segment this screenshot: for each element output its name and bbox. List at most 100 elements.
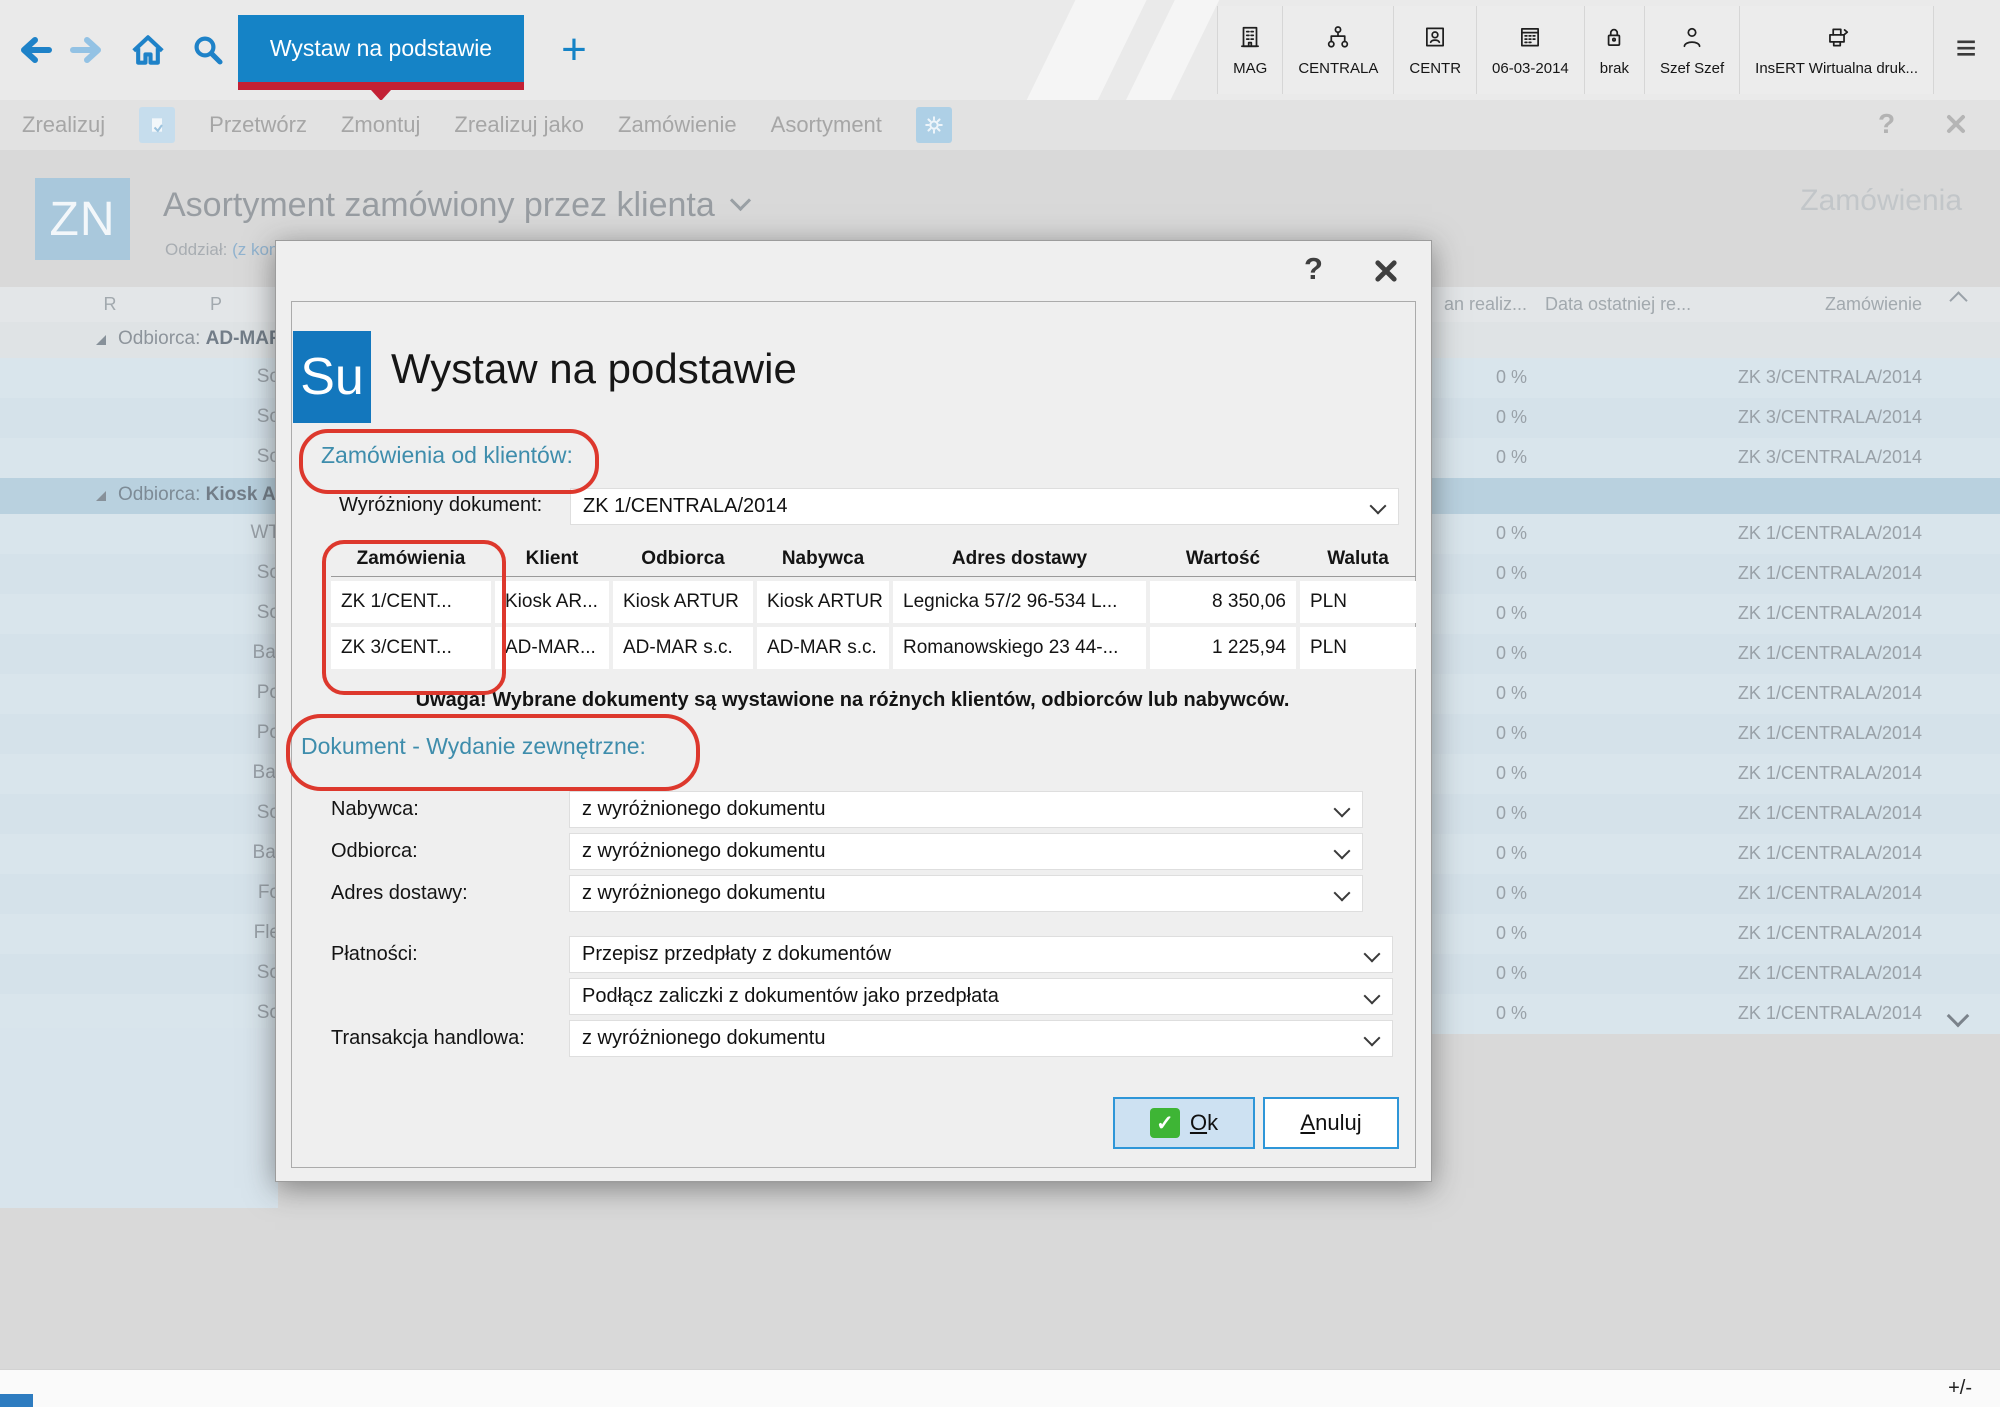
- dialog-help-button[interactable]: ?: [1304, 251, 1323, 287]
- orders-column-header[interactable]: Odbiorca: [613, 544, 753, 574]
- field-label: Transakcja handlowa:: [331, 1027, 525, 1050]
- building-icon: [1237, 24, 1263, 55]
- menu-item-zrealizuj[interactable]: Zrealizuj: [22, 112, 105, 138]
- order-cell: ZK 1/CENT...: [331, 581, 491, 623]
- order-cell: ZK 3/CENT...: [331, 627, 491, 669]
- top-bar: Wystaw na podstawie + MAGCENTRALACENTR06…: [0, 0, 2000, 100]
- order-cell: PLN: [1300, 581, 1416, 623]
- context-title: Zamówienia: [1800, 184, 1962, 218]
- orders-column-header[interactable]: Wartość: [1150, 544, 1296, 574]
- tab-wystaw-na-podstawie[interactable]: Wystaw na podstawie: [238, 15, 524, 82]
- close-view-button[interactable]: [1944, 112, 1968, 141]
- home-button[interactable]: [126, 28, 170, 72]
- forward-button[interactable]: [66, 28, 110, 72]
- order-cell: PLN: [1300, 627, 1416, 669]
- menu-item-przetwórz[interactable]: Przetwórz: [209, 112, 307, 138]
- field-select[interactable]: z wyróżnionego dokumentu: [569, 1020, 1393, 1057]
- status-item-brak[interactable]: brak: [1584, 6, 1644, 94]
- status-item-centrala[interactable]: CENTRALA: [1282, 6, 1393, 94]
- zoom-control[interactable]: +/-: [1948, 1377, 1972, 1400]
- column-header-order[interactable]: Zamówienie: [1700, 294, 1922, 315]
- order-row[interactable]: ZK 1/CENT...Kiosk AR...Kiosk ARTURKiosk …: [331, 581, 1416, 623]
- tab-caret: [371, 90, 391, 100]
- field-select[interactable]: Przepisz przedpłaty z dokumentów: [569, 936, 1393, 973]
- orders-column-header[interactable]: Nabywca: [757, 544, 889, 574]
- home-icon: [129, 31, 167, 69]
- decor-stripe: [977, 0, 1166, 100]
- menu-item-asortyment[interactable]: Asortyment: [771, 112, 882, 138]
- ok-button[interactable]: ✓ Ok: [1113, 1097, 1255, 1149]
- chevron-down-icon: [1334, 885, 1351, 902]
- menu-item-zamówienie[interactable]: Zamówienie: [618, 112, 737, 138]
- header-separator: [331, 576, 1416, 577]
- cancel-button[interactable]: Anuluj: [1263, 1097, 1399, 1149]
- forward-arrow-icon: [70, 35, 106, 65]
- section-label-orders: Zamówienia od klientów:: [321, 442, 573, 469]
- chevron-down-icon: [1370, 498, 1387, 515]
- back-button[interactable]: [12, 28, 56, 72]
- subiekt-logo: Su: [293, 331, 371, 423]
- chevron-down-icon: [1364, 1030, 1381, 1047]
- padlock-icon: [1601, 24, 1627, 55]
- order-cell: Legnicka 57/2 96-534 L...: [893, 581, 1146, 623]
- menu-bar: Zrealizuj Przetwórz Zmontuj Zrealizuj jako Z…: [0, 100, 2000, 150]
- filter-label: Oddział:: [165, 240, 232, 259]
- menu-item-zrealizuj-jako[interactable]: Zrealizuj jako: [454, 112, 584, 138]
- expand-triangle-icon[interactable]: [96, 335, 106, 345]
- module-badge: ZN: [35, 178, 130, 260]
- help-button[interactable]: ?: [1878, 108, 1895, 140]
- section-label-document: Dokument - Wydanie zewnętrzne:: [301, 733, 646, 760]
- status-item-centr[interactable]: CENTR: [1393, 6, 1476, 94]
- status-item-szef-szef[interactable]: Szef Szef: [1644, 6, 1739, 94]
- status-item-mag[interactable]: MAG: [1217, 6, 1282, 94]
- field-label: Odbiorca:: [331, 840, 418, 863]
- check-icon: ✓: [1150, 1108, 1180, 1138]
- order-cell: AD-MAR s.c.: [613, 627, 753, 669]
- column-header-r[interactable]: R: [90, 294, 130, 315]
- order-row[interactable]: ZK 3/CENT...AD-MAR...AD-MAR s.c.AD-MAR s…: [331, 627, 1416, 669]
- taskbar-corner: [0, 1394, 33, 1407]
- field-select[interactable]: z wyróżnionego dokumentu: [569, 833, 1363, 870]
- featured-doc-select[interactable]: ZK 1/CENTRALA/2014: [570, 488, 1399, 525]
- chevron-down-icon: [1364, 946, 1381, 963]
- field-label: Adres dostawy:: [331, 882, 468, 905]
- column-header-p[interactable]: P: [196, 294, 236, 315]
- field-select[interactable]: z wyróżnionego dokumentu: [569, 875, 1363, 912]
- orders-column-header[interactable]: Zamówienia: [331, 544, 491, 574]
- field-label: Płatności:: [331, 943, 418, 966]
- chevron-down-icon: [1334, 843, 1351, 860]
- realize-doc-icon[interactable]: [139, 107, 175, 143]
- order-cell: 8 350,06: [1150, 581, 1296, 623]
- order-cell: AD-MAR...: [495, 627, 609, 669]
- overflow-menu-button[interactable]: ≡: [1944, 22, 1988, 74]
- orders-column-header[interactable]: Klient: [495, 544, 609, 574]
- order-cell: Romanowskiego 23 44-...: [893, 627, 1146, 669]
- field-select[interactable]: z wyróżnionego dokumentu: [569, 791, 1363, 828]
- sort-chevron-icon[interactable]: [1949, 291, 1967, 309]
- page-title[interactable]: Asortyment zamówiony przez klienta: [163, 186, 748, 225]
- gear-icon[interactable]: [916, 107, 952, 143]
- status-footer: +/-: [0, 1369, 2000, 1407]
- close-icon: [1372, 257, 1400, 285]
- warning-text: Uwaga! Wybrane dokumenty są wystawione n…: [291, 689, 1414, 712]
- column-header-last-date[interactable]: Data ostatniej re...: [1545, 294, 1691, 315]
- expand-triangle-icon[interactable]: [96, 491, 106, 501]
- field-select[interactable]: Podłącz zaliczki z dokumentów jako przed…: [569, 978, 1393, 1015]
- search-icon: [190, 32, 226, 68]
- new-tab-button[interactable]: +: [552, 22, 596, 78]
- menu-item-zmontuj[interactable]: Zmontuj: [341, 112, 420, 138]
- id-card-icon: [1422, 24, 1448, 55]
- orders-column-header[interactable]: Adres dostawy: [893, 544, 1146, 574]
- search-button[interactable]: [186, 28, 230, 72]
- order-cell: Kiosk ARTUR: [613, 581, 753, 623]
- order-cell: AD-MAR s.c.: [757, 627, 889, 669]
- orders-column-header[interactable]: Waluta: [1300, 544, 1416, 574]
- featured-doc-label: Wyróżniony dokument:: [339, 494, 542, 517]
- status-item-insert-wirtualna-druk[interactable]: InsERT Wirtualna druk...: [1739, 6, 1934, 94]
- status-item-06-03-2014[interactable]: 06-03-2014: [1476, 6, 1584, 94]
- dialog-close-button[interactable]: [1372, 257, 1402, 287]
- dialog-title: Wystaw na podstawie: [391, 345, 797, 393]
- person-icon: [1679, 24, 1705, 55]
- tab-active-underline: [238, 82, 524, 90]
- back-arrow-icon: [16, 35, 52, 65]
